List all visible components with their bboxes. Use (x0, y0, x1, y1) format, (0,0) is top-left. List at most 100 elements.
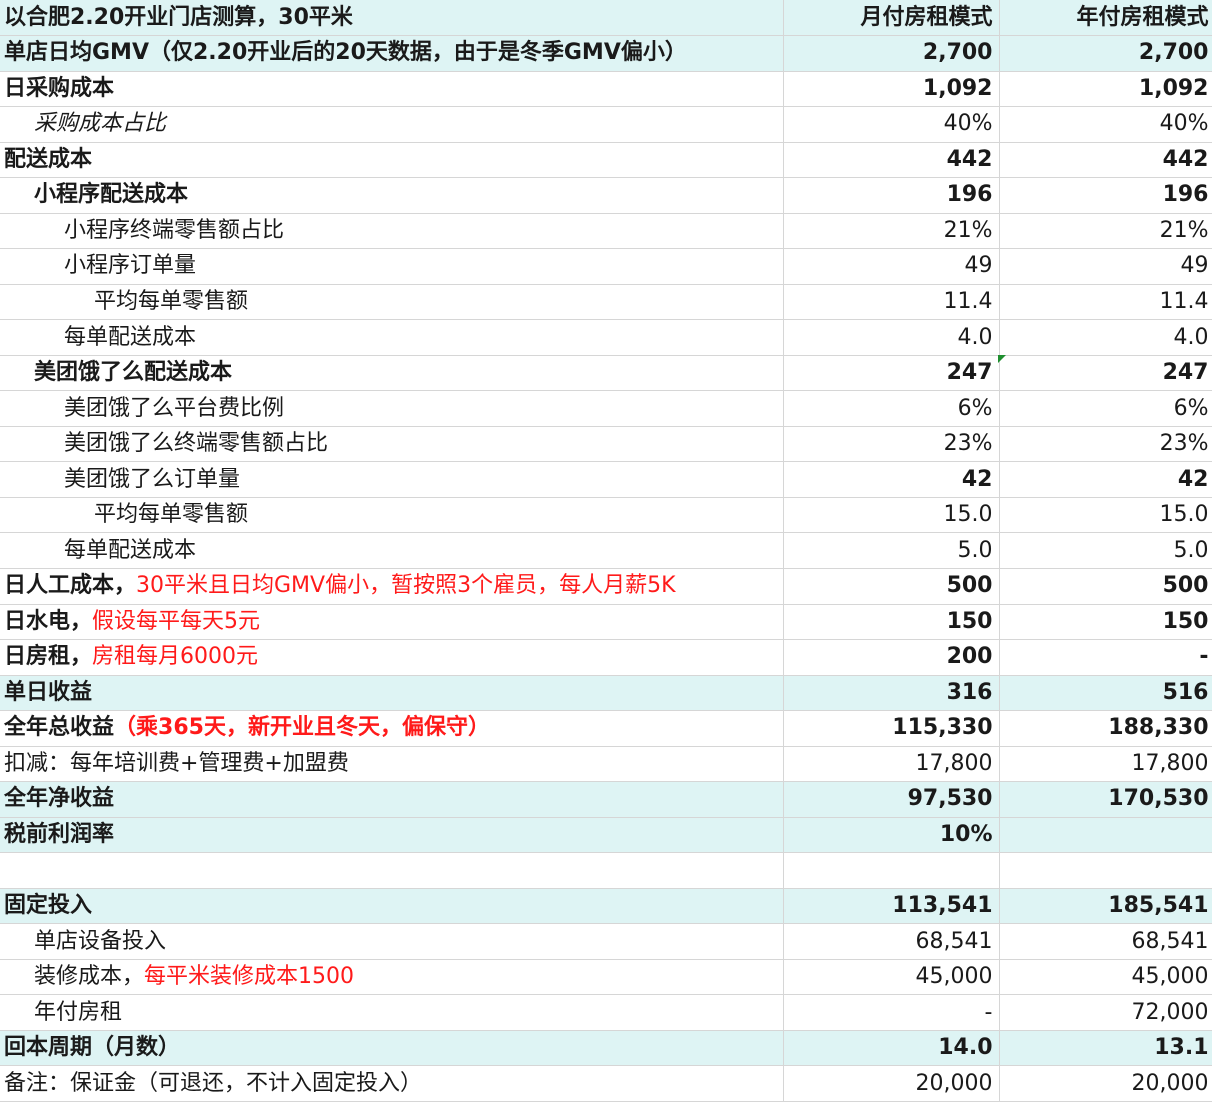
row-label-cell[interactable]: 单店设备投入 (0, 923, 784, 960)
annual-rent-value[interactable]: 247 (999, 355, 1212, 392)
monthly-rent-value[interactable]: 14.0 (783, 1030, 1000, 1067)
annual-rent-value[interactable] (999, 852, 1212, 889)
monthly-rent-value[interactable]: 40% (783, 106, 1000, 143)
annual-rent-value[interactable]: 2,700 (999, 35, 1212, 72)
row-label-cell[interactable]: 配送成本 (0, 142, 784, 179)
row-label: 固定投入 (4, 893, 93, 919)
row-label-cell[interactable]: 平均每单零售额 (0, 497, 784, 534)
monthly-rent-value[interactable]: 68,541 (783, 923, 1000, 960)
annual-rent-value[interactable]: 21% (999, 213, 1212, 250)
row-label-cell[interactable]: 小程序终端零售额占比 (0, 213, 784, 250)
row-label-cell[interactable]: 日采购成本 (0, 71, 784, 108)
monthly-rent-value[interactable]: 42 (783, 461, 1000, 498)
row-label-cell[interactable]: 美团饿了么平台费比例 (0, 390, 784, 427)
monthly-rent-value[interactable]: 150 (783, 604, 1000, 641)
annual-rent-value[interactable]: 13.1 (999, 1030, 1212, 1067)
annual-rent-value[interactable]: 170,530 (999, 781, 1212, 818)
annual-rent-value[interactable]: 500 (999, 568, 1212, 605)
monthly-rent-value[interactable]: 5.0 (783, 532, 1000, 569)
row-label-cell[interactable]: 每单配送成本 (0, 532, 784, 569)
row-note: （乘365天，新开业且冬天，偏保守） (114, 715, 490, 741)
monthly-rent-value[interactable]: 10% (783, 817, 1000, 854)
row-label-cell[interactable]: 装修成本，每平米装修成本1500 (0, 959, 784, 996)
monthly-rent-value[interactable]: 97,530 (783, 781, 1000, 818)
monthly-rent-value[interactable]: 17,800 (783, 746, 1000, 783)
table-row: 每单配送成本 4.0 4.0 (0, 319, 1212, 356)
monthly-rent-value[interactable]: 11.4 (783, 284, 1000, 321)
row-label-cell[interactable]: 回本周期（月数） (0, 1030, 784, 1067)
row-label-cell[interactable]: 美团饿了么终端零售额占比 (0, 426, 784, 463)
row-label-cell[interactable] (0, 852, 784, 889)
monthly-rent-value[interactable]: 2,700 (783, 35, 1000, 72)
monthly-rent-value[interactable]: 442 (783, 142, 1000, 179)
annual-rent-value[interactable]: 23% (999, 426, 1212, 463)
row-label-cell[interactable]: 年付房租 (0, 994, 784, 1031)
monthly-rent-value[interactable]: 4.0 (783, 319, 1000, 356)
monthly-rent-value[interactable]: 115,330 (783, 710, 1000, 747)
row-label-cell[interactable]: 平均每单零售额 (0, 284, 784, 321)
annual-rent-value[interactable]: 4.0 (999, 319, 1212, 356)
row-label: 采购成本占比 (34, 111, 167, 137)
table-row: 平均每单零售额 11.4 11.4 (0, 284, 1212, 321)
monthly-rent-value[interactable]: 6% (783, 390, 1000, 427)
annual-rent-value[interactable]: 11.4 (999, 284, 1212, 321)
row-label-cell[interactable]: 全年总收益（乘365天，新开业且冬天，偏保守） (0, 710, 784, 747)
annual-rent-value[interactable]: 20,000 (999, 1065, 1212, 1102)
row-label-cell[interactable]: 单店日均GMV（仅2.20开业后的20天数据，由于是冬季GMV偏小） (0, 35, 784, 72)
annual-rent-value[interactable]: 516 (999, 675, 1212, 712)
annual-rent-value[interactable]: 49 (999, 248, 1212, 285)
annual-rent-value[interactable]: - (999, 639, 1212, 676)
monthly-rent-value[interactable]: 月付房租模式 (783, 0, 1000, 37)
annual-rent-value[interactable]: 72,000 (999, 994, 1212, 1031)
monthly-rent-value[interactable] (783, 852, 1000, 889)
row-label-cell[interactable]: 扣减：每年培训费+管理费+加盟费 (0, 746, 784, 783)
row-label-cell[interactable]: 备注：保证金（可退还，不计入固定投入） (0, 1065, 784, 1102)
annual-rent-value[interactable]: 40% (999, 106, 1212, 143)
monthly-rent-value[interactable]: 23% (783, 426, 1000, 463)
annual-rent-value[interactable]: 1,092 (999, 71, 1212, 108)
annual-rent-value[interactable]: 68,541 (999, 923, 1212, 960)
row-label-cell[interactable]: 日水电，假设每平每天5元 (0, 604, 784, 641)
row-label-cell[interactable]: 采购成本占比 (0, 106, 784, 143)
row-label-cell[interactable]: 全年净收益 (0, 781, 784, 818)
annual-rent-value[interactable]: 150 (999, 604, 1212, 641)
annual-rent-value[interactable]: 188,330 (999, 710, 1212, 747)
monthly-rent-value[interactable]: 1,092 (783, 71, 1000, 108)
row-label-cell[interactable]: 美团饿了么订单量 (0, 461, 784, 498)
monthly-rent-value[interactable]: 20,000 (783, 1065, 1000, 1102)
annual-rent-value[interactable] (999, 817, 1212, 854)
row-label-cell[interactable]: 小程序配送成本 (0, 177, 784, 214)
row-label-cell[interactable]: 日人工成本，30平米且日均GMV偏小，暂按照3个雇员，每人月薪5K (0, 568, 784, 605)
row-label-cell[interactable]: 小程序订单量 (0, 248, 784, 285)
annual-rent-value[interactable]: 17,800 (999, 746, 1212, 783)
monthly-rent-value[interactable]: 316 (783, 675, 1000, 712)
annual-rent-value[interactable]: 185,541 (999, 888, 1212, 925)
annual-rent-value[interactable]: 6% (999, 390, 1212, 427)
annual-rent-value[interactable]: 5.0 (999, 532, 1212, 569)
monthly-rent-value[interactable]: 45,000 (783, 959, 1000, 996)
monthly-rent-value[interactable]: 15.0 (783, 497, 1000, 534)
row-label-cell[interactable]: 以合肥2.20开业门店测算，30平米 (0, 0, 784, 37)
monthly-rent-value[interactable]: 500 (783, 568, 1000, 605)
row-label-cell[interactable]: 日房租，房租每月6000元 (0, 639, 784, 676)
monthly-rent-value[interactable]: 113,541 (783, 888, 1000, 925)
annual-rent-value[interactable]: 42 (999, 461, 1212, 498)
annual-rent-value[interactable]: 15.0 (999, 497, 1212, 534)
monthly-rent-value[interactable]: 196 (783, 177, 1000, 214)
monthly-rent-value[interactable]: - (783, 994, 1000, 1031)
monthly-rent-value[interactable]: 49 (783, 248, 1000, 285)
comment-marker-icon (998, 355, 1006, 363)
row-label-cell[interactable]: 每单配送成本 (0, 319, 784, 356)
row-label-cell[interactable]: 固定投入 (0, 888, 784, 925)
monthly-rent-value[interactable]: 247 (783, 355, 1000, 392)
row-label-cell[interactable]: 税前利润率 (0, 817, 784, 854)
table-row: 单店日均GMV（仅2.20开业后的20天数据，由于是冬季GMV偏小） 2,700 2… (0, 35, 1212, 72)
monthly-rent-value[interactable]: 200 (783, 639, 1000, 676)
row-label-cell[interactable]: 单日收益 (0, 675, 784, 712)
annual-rent-value[interactable]: 45,000 (999, 959, 1212, 996)
annual-rent-value[interactable]: 年付房租模式 (999, 0, 1212, 37)
annual-rent-value[interactable]: 442 (999, 142, 1212, 179)
row-label-cell[interactable]: 美团饿了么配送成本 (0, 355, 784, 392)
annual-rent-value[interactable]: 196 (999, 177, 1212, 214)
monthly-rent-value[interactable]: 21% (783, 213, 1000, 250)
